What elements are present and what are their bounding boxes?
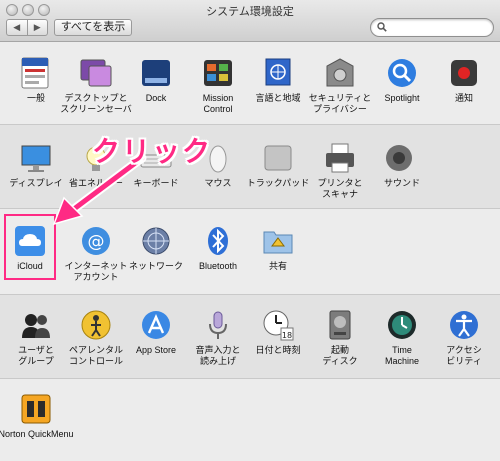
language-icon [261, 56, 295, 90]
svg-text:18: 18 [282, 331, 292, 340]
back-button[interactable]: ◀ [7, 20, 27, 35]
pref-notifications[interactable]: 通知 [428, 56, 500, 104]
window-toolbar: システム環境設定 ◀ ▶ すべてを表示 [0, 0, 500, 42]
click-callout: クリック [92, 136, 213, 167]
show-all-button[interactable]: すべてを表示 [54, 19, 132, 36]
spotlight-icon [385, 56, 419, 90]
pref-sharing[interactable]: 共有 [242, 224, 314, 272]
general-icon [19, 56, 53, 90]
dictation-icon [201, 308, 235, 342]
time-machine-icon [385, 308, 419, 342]
norton-icon [19, 392, 53, 426]
parental-icon [79, 308, 113, 342]
desktop-icon [79, 56, 113, 90]
forward-button[interactable]: ▶ [26, 20, 48, 35]
notifications-icon [447, 56, 481, 90]
pref-accessibility[interactable]: アクセシ ビリティ [428, 308, 500, 367]
pref-sound[interactable]: サウンド [366, 141, 438, 189]
sharing-icon [261, 224, 295, 258]
search-input[interactable] [370, 18, 494, 37]
accessibility-icon [447, 308, 481, 342]
search-icon [377, 22, 387, 32]
mission-control-icon [201, 56, 235, 90]
section-other [0, 378, 500, 461]
dock-icon [139, 56, 173, 90]
printer-icon [323, 141, 357, 175]
date-time-icon: 18 [261, 308, 295, 342]
sound-icon [385, 141, 419, 175]
nav-buttons: ◀ ▶ [6, 19, 48, 36]
pref-norton-quickmenu[interactable]: Norton QuickMenu [0, 392, 74, 440]
window-title: システム環境設定 [206, 6, 294, 18]
trackpad-icon [261, 141, 295, 175]
app-store-icon [139, 308, 173, 342]
security-icon [323, 56, 357, 90]
startup-disk-icon [323, 308, 357, 342]
users-icon [19, 308, 53, 342]
bluetooth-icon [201, 224, 235, 258]
